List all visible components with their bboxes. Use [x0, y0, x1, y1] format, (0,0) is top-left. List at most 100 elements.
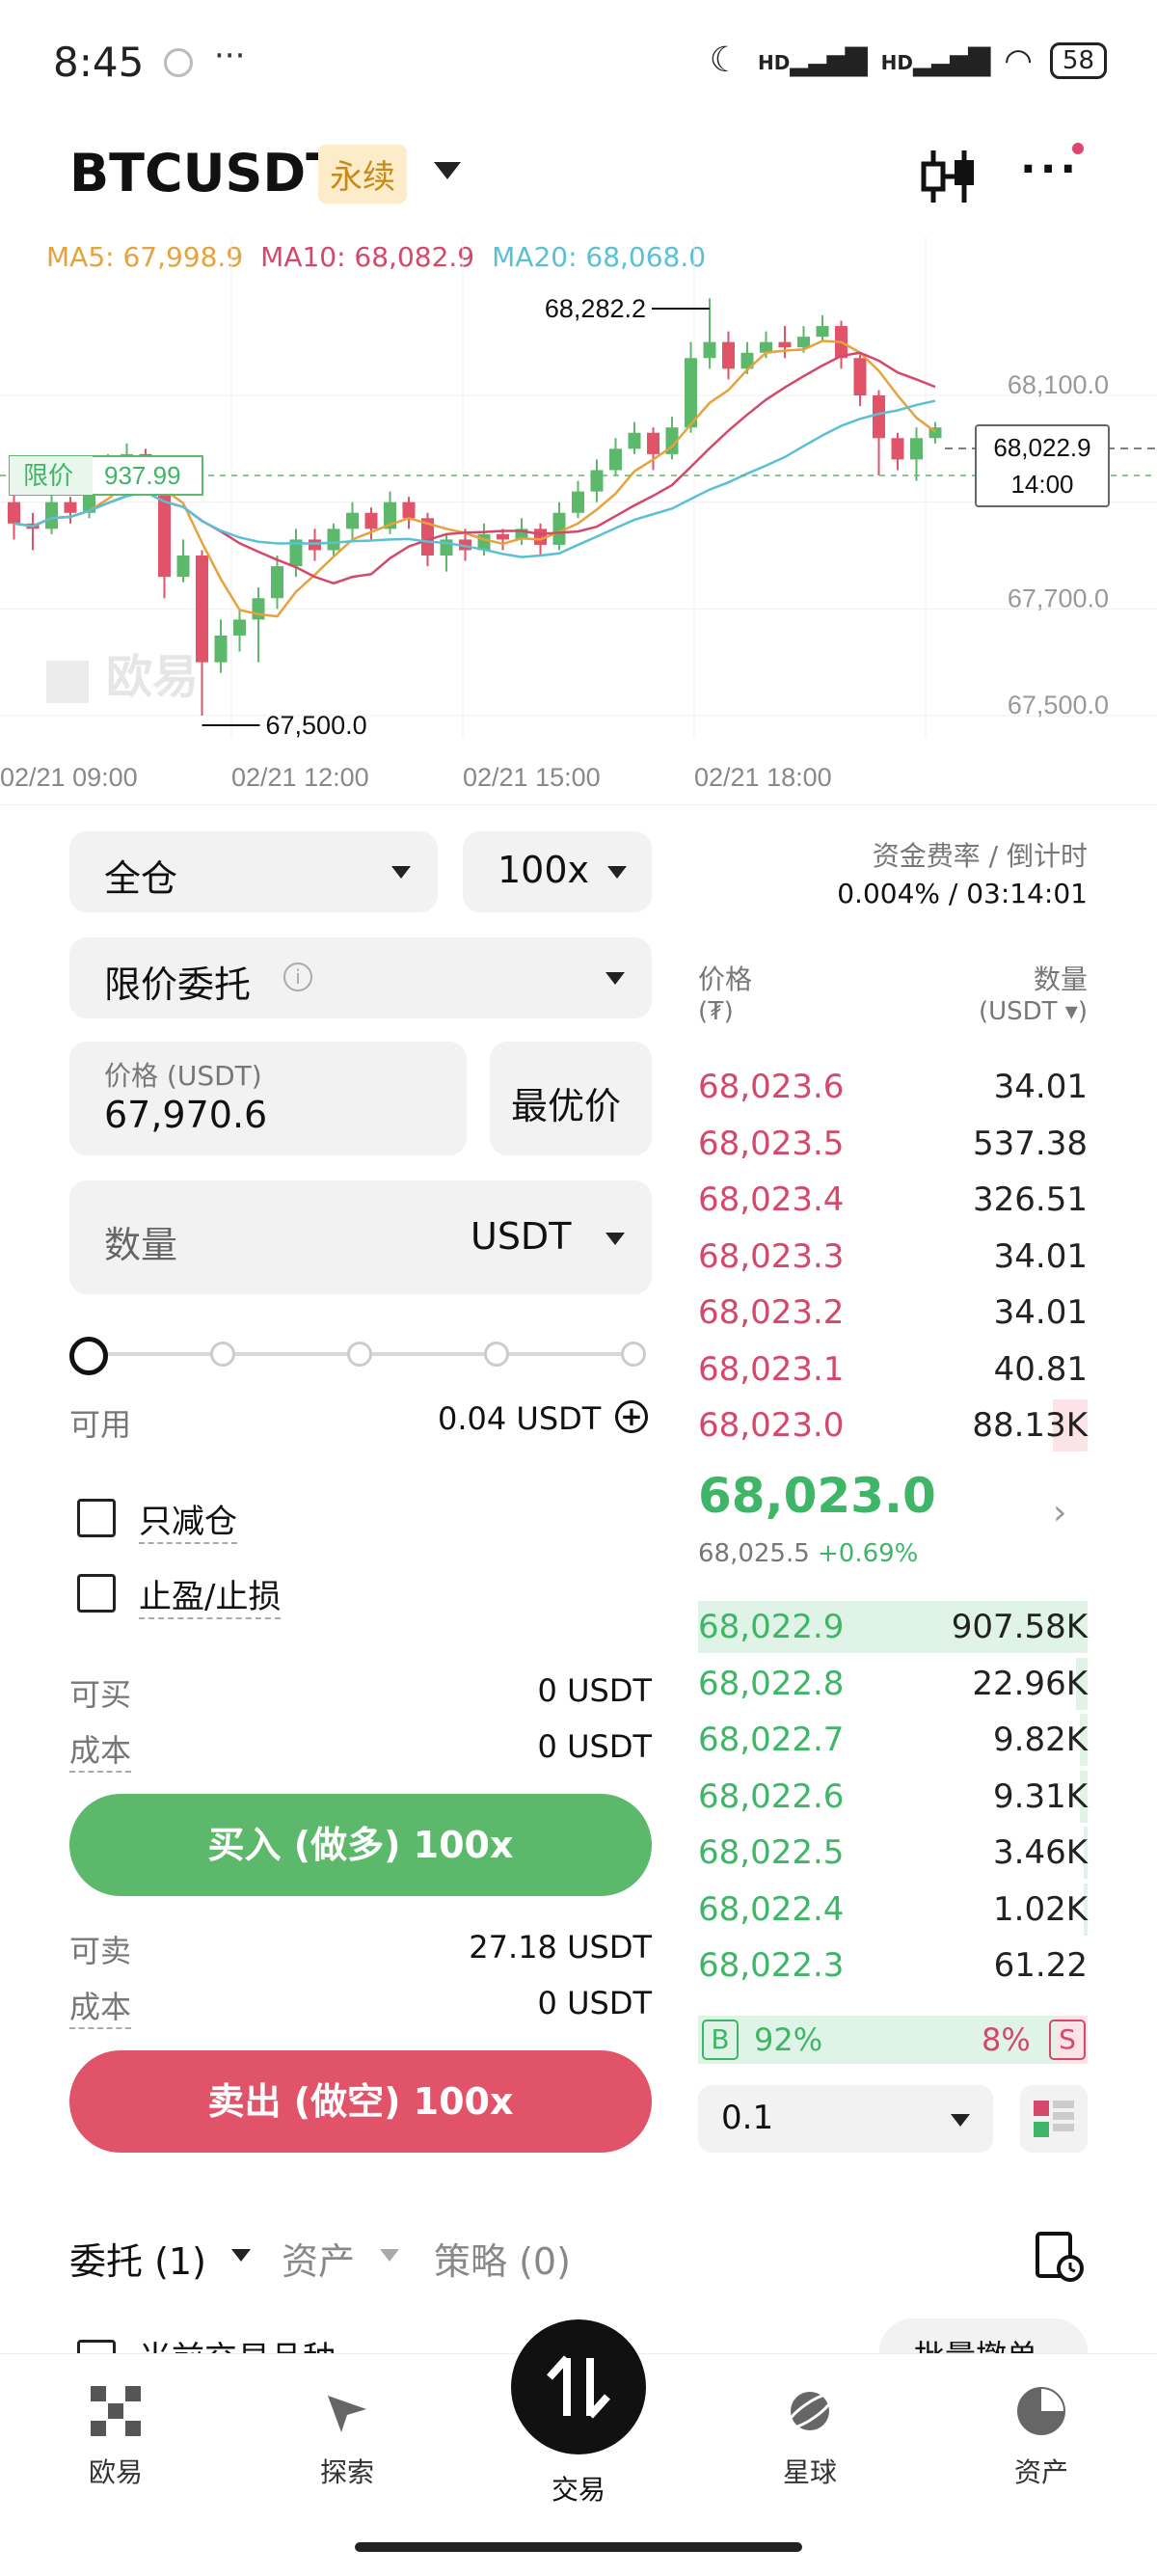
- candlestick-chart[interactable]: 欧易68,100.067,900.067,700.067,500.002/21 …: [0, 236, 1157, 805]
- best-price-button[interactable]: 最优价: [490, 1042, 652, 1155]
- chevron-down-icon[interactable]: [380, 2249, 399, 2262]
- home-indicator: [355, 2542, 802, 2552]
- sell-cost-value: 0 USDT: [537, 1985, 652, 2021]
- reduce-only-checkbox[interactable]: [77, 1499, 116, 1537]
- slider-handle[interactable]: [69, 1337, 108, 1375]
- order-type-select[interactable]: 限价委托 i: [69, 937, 652, 1018]
- sell-badge: S: [1049, 2020, 1086, 2060]
- buy-cost-value: 0 USDT: [537, 1728, 652, 1765]
- bid-quantity: 22.96K: [972, 1664, 1088, 1703]
- order-history-icon[interactable]: [1030, 2228, 1088, 2286]
- funding-rate-label[interactable]: 资金费率 / 倒计时: [873, 835, 1088, 874]
- slider-node-25[interactable]: [210, 1342, 235, 1367]
- quantity-unit[interactable]: USDT: [471, 1215, 571, 1258]
- tab-strategy[interactable]: 策略 (0): [434, 2232, 571, 2285]
- chevron-right-icon[interactable]: ›: [1053, 1493, 1066, 1532]
- slider-node-100[interactable]: [621, 1342, 646, 1367]
- bid-row[interactable]: 68,022.7 9.82K: [698, 1712, 1088, 1768]
- ask-quantity: 537.38: [973, 1124, 1088, 1163]
- candle-body: [346, 512, 359, 529]
- nav-okx[interactable]: 欧易: [48, 2382, 183, 2490]
- more-menu-icon[interactable]: ···: [1020, 145, 1080, 194]
- tab-orders[interactable]: 委托 (1): [69, 2232, 206, 2285]
- nav-trade[interactable]: 交易: [511, 2469, 646, 2508]
- candle-body: [853, 358, 867, 395]
- candle-body: [590, 470, 604, 492]
- status-icons: ☾ HD▂▃▅▇ HD▂▃▅▇ ◠ 58: [710, 41, 1107, 80]
- trade-fab[interactable]: [511, 2319, 646, 2454]
- candle-body: [873, 395, 885, 439]
- bid-price: 68,022.8: [698, 1664, 845, 1703]
- nav-explore[interactable]: 探索: [280, 2382, 415, 2490]
- last-price: 68,023.0: [698, 1468, 936, 1524]
- ask-row[interactable]: 68,023.4 326.51: [698, 1172, 1088, 1228]
- ob-qty-unit-select[interactable]: (USDT ▾): [979, 997, 1088, 1026]
- ask-quantity: 88.13K: [972, 1406, 1088, 1445]
- candle-body: [778, 341, 792, 348]
- chevron-down-icon[interactable]: [231, 2249, 251, 2262]
- price-input-value[interactable]: 67,970.6: [104, 1094, 267, 1136]
- candle-body: [703, 341, 716, 359]
- sell-ratio: 8%: [982, 2021, 1031, 2058]
- price-input[interactable]: 价格 (USDT) 67,970.6: [69, 1042, 467, 1155]
- best-price-label: 最优价: [511, 1085, 622, 1127]
- slider-node-75[interactable]: [484, 1342, 509, 1367]
- high-price-label: 68,282.2: [545, 294, 646, 323]
- info-icon[interactable]: i: [283, 963, 312, 991]
- available-label: 可用: [69, 1406, 132, 1443]
- leverage-select[interactable]: 100x: [463, 831, 652, 912]
- ask-row[interactable]: 68,023.6 34.01: [698, 1059, 1088, 1115]
- symbol-dropdown-icon[interactable]: [434, 162, 461, 179]
- price-input-label: 价格 (USDT): [104, 1060, 262, 1092]
- symbol-title[interactable]: BTCUSDT: [69, 143, 341, 203]
- candle-body: [497, 533, 509, 540]
- nav-planet[interactable]: 星球: [742, 2382, 877, 2490]
- bid-price: 68,022.6: [698, 1776, 845, 1816]
- ask-row[interactable]: 68,023.3 34.01: [698, 1229, 1088, 1285]
- candle-body: [910, 438, 923, 460]
- tab-assets[interactable]: 资产: [282, 2232, 355, 2285]
- chevron-down-icon[interactable]: [605, 1233, 625, 1245]
- ask-row[interactable]: 68,023.0 88.13K: [698, 1397, 1088, 1453]
- ask-row[interactable]: 68,023.1 40.81: [698, 1342, 1088, 1397]
- precision-select[interactable]: 0.1: [698, 2085, 993, 2153]
- tp-sl-checkbox[interactable]: [77, 1574, 116, 1613]
- candle-body: [816, 326, 829, 338]
- candle-body: [797, 337, 810, 348]
- candle-body: [609, 448, 622, 471]
- sell-short-button[interactable]: 卖出 (做空) 100x: [69, 2050, 652, 2153]
- buy-long-button[interactable]: 买入 (做多) 100x: [69, 1794, 652, 1896]
- candle-body: [233, 619, 246, 636]
- tp-sl-label[interactable]: 止盈/止损: [139, 1570, 282, 1619]
- bid-row[interactable]: 68,022.4 1.02K: [698, 1882, 1088, 1938]
- bid-row[interactable]: 68,022.8 22.96K: [698, 1656, 1088, 1712]
- reduce-only-label[interactable]: 只减仓: [139, 1495, 237, 1544]
- transfer-plus-icon[interactable]: +: [615, 1400, 648, 1433]
- bid-row[interactable]: 68,022.6 9.31K: [698, 1769, 1088, 1825]
- margin-mode-select[interactable]: 全仓: [69, 831, 438, 912]
- x-tick-label: 02/21 09:00: [0, 763, 138, 792]
- ask-price: 68,023.5: [698, 1124, 845, 1163]
- x-tick-label: 02/21 15:00: [463, 763, 601, 792]
- ask-row[interactable]: 68,023.2 34.01: [698, 1285, 1088, 1341]
- nav-assets[interactable]: 资产: [974, 2382, 1109, 2490]
- bid-row[interactable]: 68,022.3 61.22: [698, 1938, 1088, 1993]
- wifi-icon: ◠: [1004, 41, 1033, 80]
- available-value: 0.04 USDT: [438, 1400, 602, 1437]
- y-tick-label: 67,700.0: [1008, 583, 1109, 612]
- can-buy-label: 可买: [69, 1676, 132, 1713]
- candlestick-icon[interactable]: [916, 143, 983, 210]
- chevron-down-icon: [391, 866, 411, 879]
- order-book-layout-icon[interactable]: [1020, 2085, 1088, 2153]
- nav-trade-label: 交易: [551, 2474, 605, 2506]
- slider-node-50[interactable]: [347, 1342, 372, 1367]
- quantity-input[interactable]: 数量 USDT: [69, 1180, 652, 1294]
- buy-ratio: 92%: [754, 2021, 823, 2058]
- bid-quantity: 9.31K: [993, 1776, 1088, 1816]
- ask-quantity: 326.51: [973, 1180, 1088, 1219]
- bid-row[interactable]: 68,022.9 907.58K: [698, 1599, 1088, 1655]
- ask-row[interactable]: 68,023.5 537.38: [698, 1116, 1088, 1172]
- bid-row[interactable]: 68,022.5 3.46K: [698, 1825, 1088, 1881]
- leverage-value: 100x: [498, 849, 590, 891]
- moon-icon: ☾: [709, 41, 740, 80]
